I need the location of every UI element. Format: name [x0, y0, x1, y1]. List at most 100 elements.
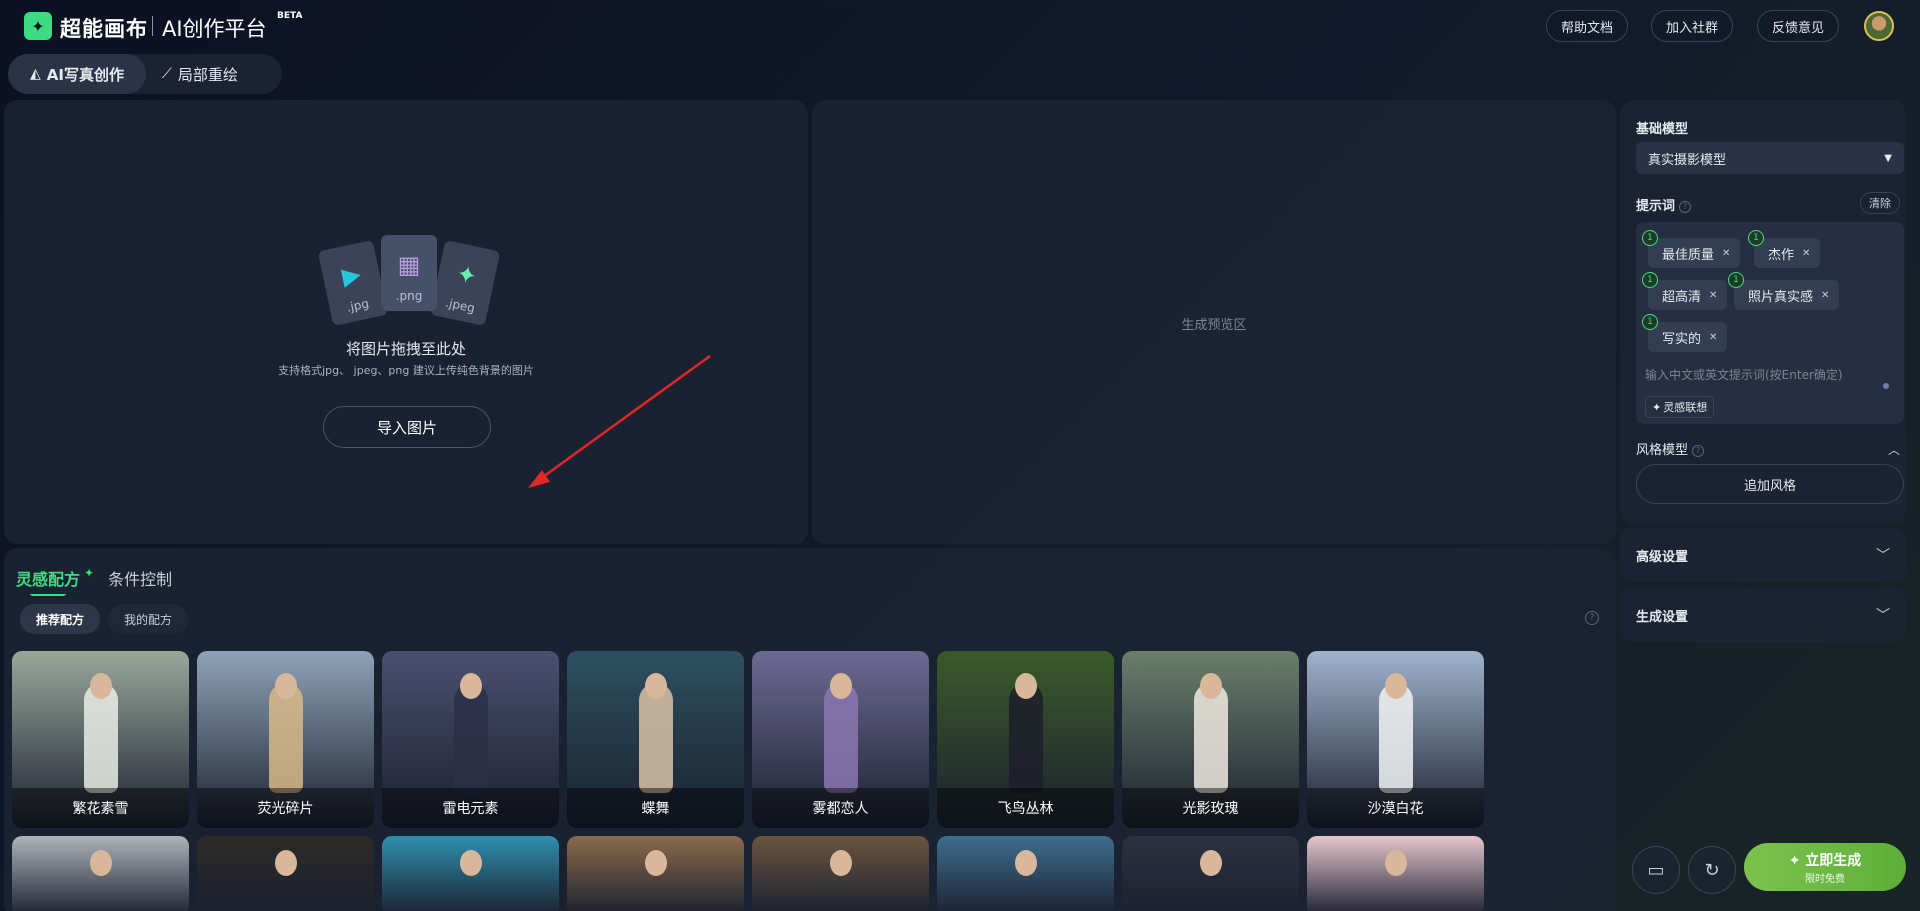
recipe-grid: 繁花素雪 荧光碎片 雷电元素 蝶舞 雾都恋人 飞鸟丛林 光影玫瑰 沙漠白花	[12, 651, 1512, 911]
recipe-card[interactable]: 蝶舞	[567, 651, 744, 828]
chip-text: 最佳质量	[1662, 247, 1715, 263]
chevron-down-icon: ﹀	[1876, 608, 1890, 624]
brand-name[interactable]: 超能画布	[60, 13, 148, 43]
recipe-thumbnail-head	[644, 673, 667, 699]
chevron-up-icon[interactable]: ︿	[1888, 441, 1900, 458]
recipe-thumbnail-head	[274, 850, 297, 876]
tab-my-recipes[interactable]: 我的配方	[108, 604, 189, 634]
sparkle-icon: ✦	[1652, 400, 1662, 414]
recipe-thumbnail-head	[829, 850, 852, 876]
generate-button[interactable]: ✦ 立即生成 限时免费	[1744, 843, 1906, 891]
preview-label: 生成预览区	[1181, 318, 1247, 333]
generation-settings-accordion[interactable]: 生成设置 ﹀	[1620, 588, 1906, 642]
weight-badge[interactable]: 1	[1728, 272, 1744, 288]
recipe-card-label: 雷电元素	[382, 788, 559, 828]
generate-sublabel: 限时免费	[1805, 873, 1845, 885]
recipe-thumbnail-head	[644, 850, 667, 876]
base-model-value: 真实摄影模型	[1648, 152, 1727, 168]
help-docs-button[interactable]: 帮助文档	[1546, 10, 1629, 42]
tab-condition-control[interactable]: 条件控制	[108, 566, 172, 590]
base-model-select[interactable]: 真实摄影模型 ▼	[1636, 142, 1904, 174]
help-icon[interactable]: ?	[1585, 611, 1599, 625]
recipe-card[interactable]	[197, 836, 374, 911]
close-icon[interactable]: ✕	[1709, 290, 1717, 301]
upload-dropzone[interactable]: ▶ .jpg ▦ .png ✦ .jpeg 将图片拖拽至此处 支持格式jpg、 …	[4, 100, 808, 544]
advanced-settings-accordion[interactable]: 高级设置 ﹀	[1620, 528, 1906, 582]
recipe-thumbnail-head	[829, 673, 852, 699]
refresh-icon[interactable]: ↻	[1688, 846, 1736, 894]
import-image-button[interactable]: 导入图片	[323, 406, 491, 448]
feedback-button[interactable]: 反馈意见	[1757, 10, 1840, 42]
tab-recommended-recipes[interactable]: 推荐配方	[20, 604, 101, 634]
recipe-card[interactable]	[937, 836, 1114, 911]
magic-wand-icon: ⟋	[162, 66, 172, 82]
recipe-thumbnail	[453, 683, 488, 793]
generation-label: 生成设置	[1636, 609, 1689, 625]
recipe-thumbnail	[83, 683, 118, 793]
prompt-chip[interactable]: 1 写实的 ✕	[1642, 314, 1728, 352]
recipe-card[interactable]: 沙漠白花	[1307, 651, 1484, 828]
tab-inspiration-recipe[interactable]: 灵感配方	[16, 566, 80, 596]
help-icon[interactable]: ?	[1692, 444, 1705, 457]
prompt-chip[interactable]: 1 超高清 ✕	[1642, 272, 1728, 310]
weight-badge[interactable]: 1	[1642, 272, 1658, 288]
close-icon[interactable]: ✕	[1709, 332, 1717, 343]
chip-text: 杰作	[1768, 247, 1795, 263]
recipe-thumbnail-head	[274, 673, 297, 699]
beta-badge: BETA	[277, 11, 303, 21]
recipe-card[interactable]: 雷电元素	[382, 651, 559, 828]
chip-text: 照片真实感	[1748, 289, 1814, 305]
weight-badge[interactable]: 1	[1748, 230, 1764, 246]
recipe-thumbnail	[1008, 683, 1043, 793]
recipe-card[interactable]: 飞鸟丛林	[937, 651, 1114, 828]
recipe-card[interactable]	[382, 836, 559, 911]
recipe-card[interactable]	[1307, 836, 1484, 911]
recipe-card[interactable]: 光影玫瑰	[1122, 651, 1299, 828]
preview-area: 生成预览区	[812, 100, 1616, 544]
weight-badge[interactable]: 1	[1642, 314, 1658, 330]
jpeg-file-icon: ✦ .jpeg	[429, 240, 501, 326]
clear-prompt-button[interactable]: 清除	[1860, 192, 1900, 214]
close-icon[interactable]: ✕	[1802, 248, 1810, 259]
prompt-input-placeholder[interactable]: 输入中文或英文提示词(按Enter确定)	[1645, 366, 1843, 383]
prompt-chip[interactable]: 1 照片真实感 ✕	[1728, 272, 1840, 310]
recipe-thumbnail-head	[1384, 673, 1407, 699]
recipe-card[interactable]	[567, 836, 744, 911]
prompt-chip[interactable]: 1 杰作 ✕	[1748, 230, 1821, 268]
inspiration-button[interactable]: ✦ 灵感联想	[1645, 396, 1715, 418]
inspiration-label: 灵感联想	[1663, 401, 1708, 414]
close-icon[interactable]: ✕	[1722, 248, 1730, 259]
prompt-chip[interactable]: 1 最佳质量 ✕	[1642, 230, 1741, 268]
tab-ai-portrait-label: AI写真创作	[46, 65, 124, 84]
tab-ai-portrait[interactable]: ◭ AI写真创作	[8, 54, 146, 94]
avatar[interactable]	[1864, 11, 1894, 41]
recipe-thumbnail	[823, 683, 858, 793]
recipe-thumbnail	[638, 683, 673, 793]
close-icon[interactable]: ✕	[1821, 290, 1829, 301]
help-icon[interactable]: ?	[1679, 200, 1692, 213]
recipe-thumbnail-head	[1014, 850, 1037, 876]
recipe-thumbnail-head	[89, 850, 112, 876]
checker-icon: ▦	[397, 251, 421, 279]
recipe-card[interactable]: 雾都恋人	[752, 651, 929, 828]
recipe-tabs: 灵感配方 ✦ 条件控制	[16, 566, 172, 596]
add-style-button[interactable]: 追加风格	[1636, 464, 1904, 504]
recipe-card-label: 蝶舞	[567, 788, 744, 828]
recipe-card[interactable]	[752, 836, 929, 911]
recipe-card[interactable]	[1122, 836, 1299, 911]
weight-badge[interactable]: 1	[1642, 230, 1658, 246]
chip-text: 超高清	[1662, 289, 1702, 305]
png-label: .png	[395, 289, 423, 303]
join-community-button[interactable]: 加入社群	[1651, 10, 1734, 42]
recipe-card-label: 雾都恋人	[752, 788, 929, 828]
jpeg-label: .jpeg	[444, 295, 477, 316]
jpg-file-icon: ▶ .jpg	[317, 240, 389, 326]
recipe-card-label: 荧光碎片	[197, 788, 374, 828]
recipe-card[interactable]	[12, 836, 189, 911]
tab-inpaint[interactable]: ⟋ 局部重绘	[146, 54, 254, 94]
recipe-card[interactable]: 繁花素雪	[12, 651, 189, 828]
recipe-card[interactable]: 荧光碎片	[197, 651, 374, 828]
top-header: ✦ 超能画布 AI创作平台 BETA 帮助文档 加入社群 反馈意见	[0, 0, 1920, 52]
logo-icon[interactable]: ✦	[24, 12, 52, 40]
save-icon[interactable]: ▭	[1632, 846, 1680, 894]
